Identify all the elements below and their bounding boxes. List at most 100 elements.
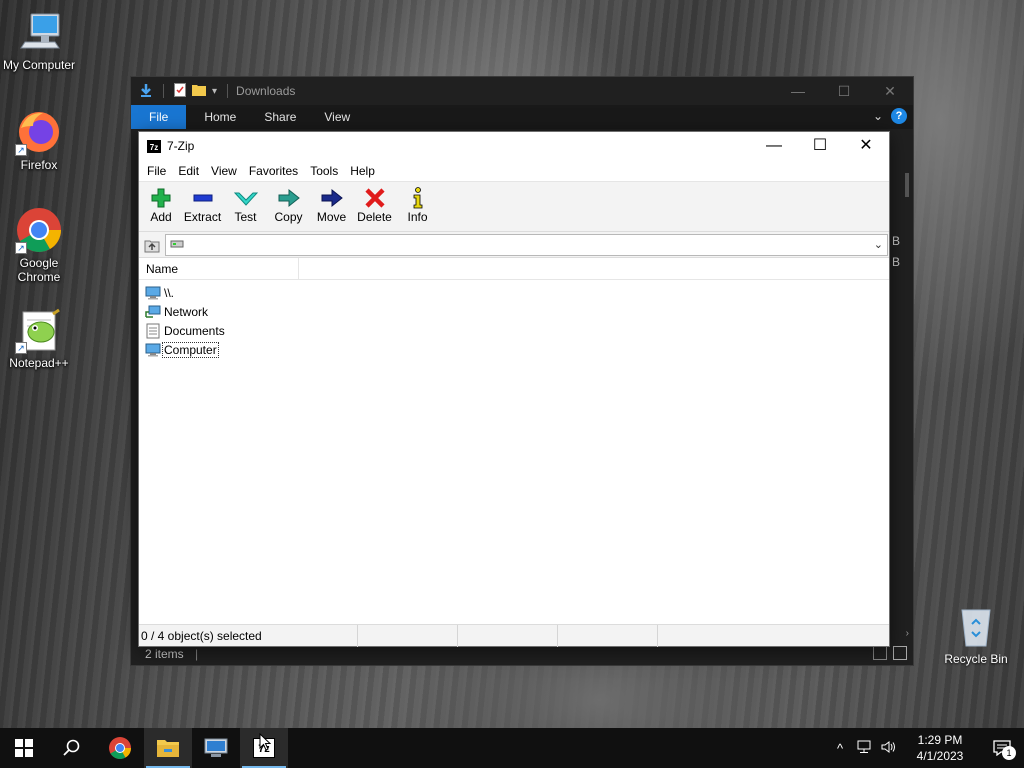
test-button[interactable]: Test	[224, 182, 267, 231]
system-tray: ^ 1:29 PM 4/1/2023 1	[828, 728, 1024, 768]
menu-tools[interactable]: Tools	[304, 164, 344, 178]
list-item[interactable]: Network	[139, 302, 889, 321]
menu-file[interactable]: File	[141, 164, 172, 178]
properties-icon[interactable]	[174, 82, 186, 100]
firefox-icon: ↗	[15, 108, 63, 156]
notepad-plus-plus-icon: ↗	[15, 306, 63, 354]
tab-share[interactable]: Share	[250, 105, 310, 129]
info-button[interactable]: Info	[396, 182, 439, 231]
tab-file[interactable]: File	[131, 105, 187, 129]
file-list[interactable]: \\. Network Documents Computer	[139, 280, 889, 359]
explorer-column-peek: B	[892, 255, 901, 269]
7zip-status-bar: 0 / 4 object(s) selected	[139, 624, 889, 647]
desktop-icon-my-computer[interactable]: My Computer	[1, 8, 77, 72]
status-cell-size	[358, 625, 458, 647]
add-button[interactable]: Add	[141, 182, 181, 231]
clock-date: 4/1/2023	[916, 749, 964, 763]
chrome-icon	[109, 737, 131, 759]
ribbon-expand-chevron-icon[interactable]: ⌄	[873, 109, 883, 123]
chevron-down-icon[interactable]: ⌄	[874, 238, 883, 251]
taskbar-file-explorer[interactable]	[144, 728, 192, 768]
computer-icon	[145, 285, 161, 301]
documents-icon	[145, 323, 161, 339]
list-item[interactable]: Computer	[139, 340, 889, 359]
volume-icon[interactable]	[876, 740, 900, 757]
explorer-title-bar[interactable]: ▾ Downloads — ☐ ✕	[131, 77, 913, 105]
large-icons-view-icon[interactable]	[893, 646, 907, 660]
explorer-column-peek: B	[892, 234, 901, 248]
check-icon	[233, 187, 258, 209]
start-button[interactable]	[0, 728, 48, 768]
network-status-icon[interactable]	[852, 740, 876, 757]
menu-view[interactable]: View	[205, 164, 243, 178]
7zip-window[interactable]: 7z 7-Zip — ☐ ✕ File Edit View Favorites …	[138, 131, 890, 647]
file-list-header: Name	[139, 257, 889, 280]
shortcut-arrow-icon: ↗	[15, 144, 27, 156]
tab-home[interactable]: Home	[190, 105, 250, 129]
mouse-cursor-icon	[259, 733, 271, 751]
taskbar-clock[interactable]: 1:29 PM 4/1/2023	[900, 732, 980, 764]
explorer-title: Downloads	[236, 84, 296, 98]
remote-desktop-icon	[204, 738, 228, 757]
plus-icon	[149, 187, 173, 209]
search-icon	[63, 739, 80, 756]
desktop-icon-label: Recycle Bin	[944, 652, 1008, 666]
desktop-icon-label: My Computer	[2, 58, 76, 72]
extract-button[interactable]: Extract	[181, 182, 224, 231]
list-item[interactable]: \\.	[139, 283, 889, 302]
7zip-logo-icon: 7z	[147, 139, 161, 153]
clock-time: 1:29 PM	[917, 733, 963, 747]
info-icon	[406, 187, 430, 209]
minus-icon	[191, 187, 215, 209]
explorer-minimize-button[interactable]: —	[775, 77, 821, 105]
desktop-icon-notepad-plus-plus[interactable]: ↗ Notepad++	[1, 306, 77, 370]
desktop-icon-label: Notepad++	[9, 356, 69, 370]
explorer-maximize-button[interactable]: ☐	[821, 77, 867, 105]
move-button[interactable]: Move	[310, 182, 353, 231]
help-icon[interactable]: ?	[891, 108, 907, 124]
taskbar: 7z ^ 1:29 PM 4/1/2023 1	[0, 728, 1024, 768]
copy-button[interactable]: Copy	[267, 182, 310, 231]
list-item[interactable]: Documents	[139, 321, 889, 340]
7zip-minimize-button[interactable]: —	[751, 132, 797, 160]
action-center-button[interactable]: 1	[980, 728, 1024, 768]
folder-icon	[157, 740, 179, 757]
up-folder-button[interactable]	[139, 234, 165, 256]
delete-button[interactable]: Delete	[353, 182, 396, 231]
status-cell-date	[558, 625, 658, 647]
status-cell-packed	[458, 625, 558, 647]
7zip-menu-bar: File Edit View Favorites Tools Help	[139, 160, 889, 182]
column-header-name[interactable]: Name	[139, 257, 299, 280]
menu-edit[interactable]: Edit	[172, 164, 205, 178]
explorer-close-button[interactable]: ✕	[867, 77, 913, 105]
desktop-icon-firefox[interactable]: ↗ Firefox	[1, 108, 77, 172]
explorer-item-count: 2 items	[145, 647, 184, 661]
scroll-right-arrow-icon[interactable]: ›	[906, 628, 909, 639]
explorer-scrollbar[interactable]	[905, 173, 909, 197]
desktop-icon-google-chrome[interactable]: ↗ Google Chrome	[1, 206, 77, 284]
taskbar-chrome[interactable]	[96, 728, 144, 768]
chevron-down-icon[interactable]: ▾	[212, 86, 217, 97]
new-folder-icon[interactable]	[192, 83, 206, 100]
delete-x-icon	[363, 187, 387, 209]
show-hidden-icons-chevron-icon[interactable]: ^	[828, 741, 852, 756]
notification-count-badge: 1	[1002, 746, 1016, 760]
up-folder-icon	[144, 240, 160, 252]
7zip-maximize-button[interactable]: ☐	[797, 132, 843, 160]
selection-status: 0 / 4 object(s) selected	[139, 625, 358, 647]
details-view-icon[interactable]	[873, 646, 887, 660]
path-combobox[interactable]: ⌄	[165, 233, 888, 256]
network-icon	[145, 304, 161, 320]
menu-help[interactable]: Help	[344, 164, 381, 178]
computer-icon	[15, 8, 63, 56]
7zip-close-button[interactable]: ✕	[843, 132, 889, 160]
7zip-title-bar[interactable]: 7z 7-Zip — ☐ ✕	[139, 132, 889, 160]
desktop-icon-recycle-bin[interactable]: Recycle Bin	[940, 602, 1012, 666]
copy-arrow-icon	[277, 187, 301, 209]
7zip-address-bar: ⌄	[139, 232, 889, 258]
desktop-icon-label: Firefox	[20, 158, 58, 172]
menu-favorites[interactable]: Favorites	[243, 164, 304, 178]
tab-view[interactable]: View	[310, 105, 364, 129]
search-button[interactable]	[48, 728, 96, 768]
taskbar-remote-desktop[interactable]	[192, 728, 240, 768]
